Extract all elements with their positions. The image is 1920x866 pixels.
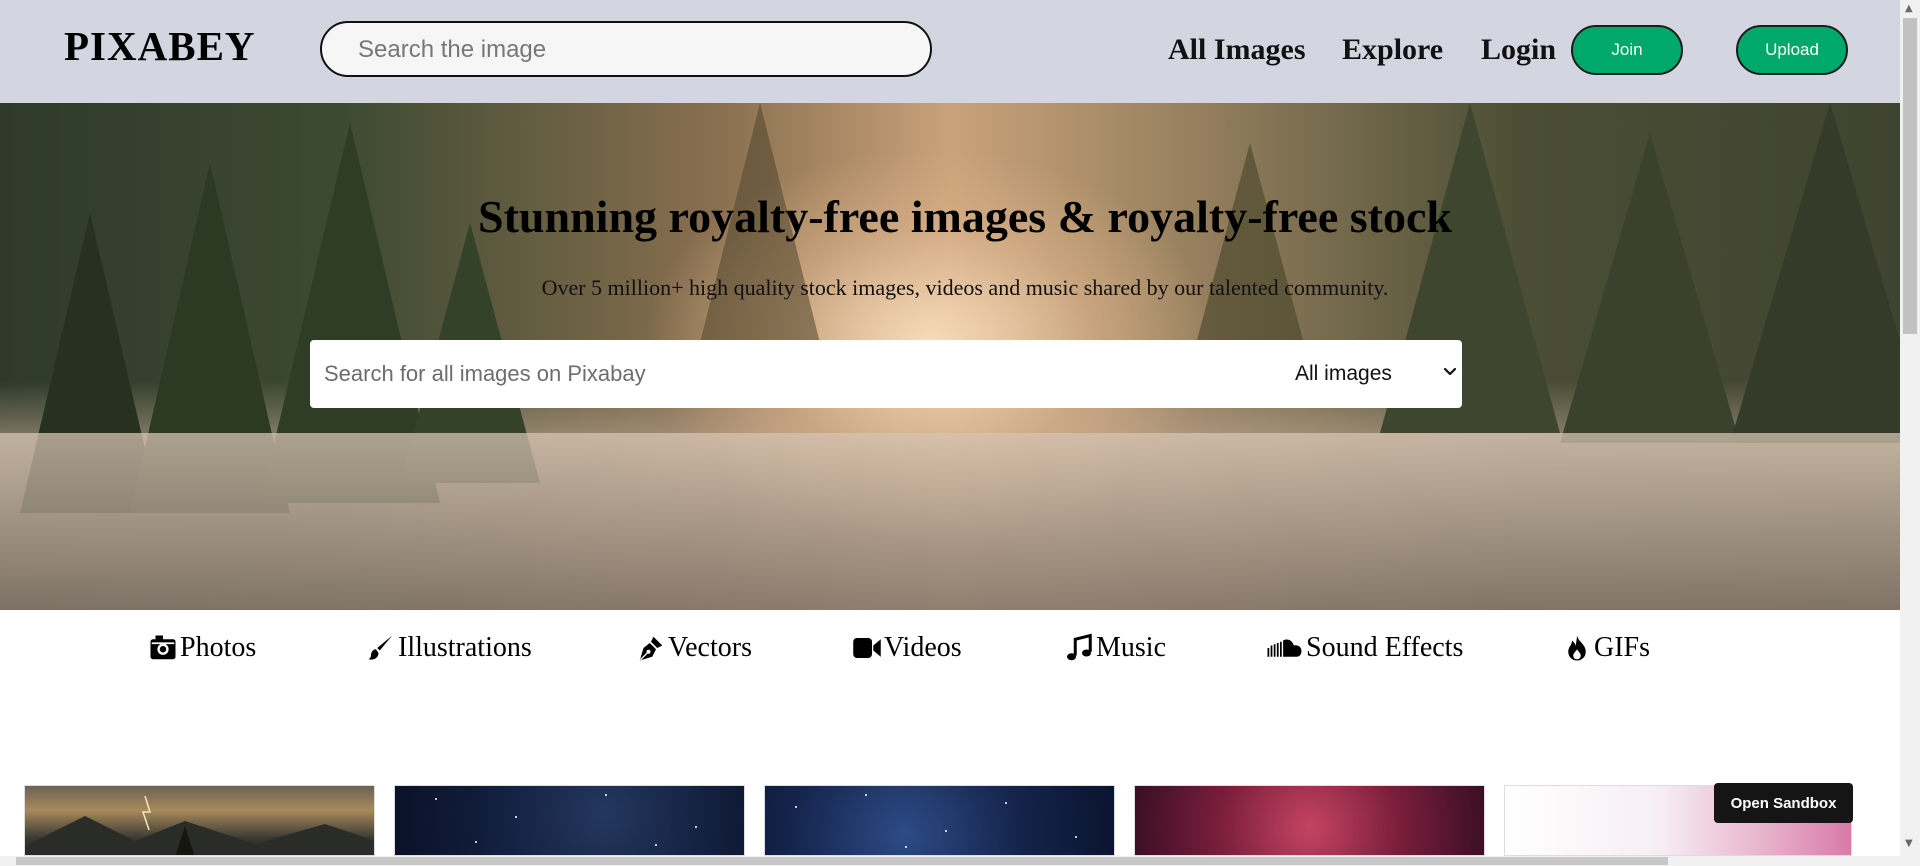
header-search-box[interactable] — [320, 21, 932, 77]
image-tile[interactable] — [764, 785, 1115, 856]
category-illustrations[interactable]: Illustrations — [366, 630, 532, 666]
header-search-input[interactable] — [356, 33, 920, 67]
category-label: Music — [1096, 632, 1166, 663]
image-tile[interactable] — [1134, 785, 1485, 856]
chevron-down-icon[interactable] — [1438, 360, 1462, 384]
category-sound-effects[interactable]: Sound Effects — [1266, 630, 1463, 666]
category-vectors[interactable]: Vectors — [636, 630, 752, 666]
scrollbar-thumb[interactable] — [1903, 18, 1917, 334]
music-note-icon — [1067, 633, 1092, 661]
hero-search-input[interactable] — [322, 356, 1226, 392]
horizontal-scrollbar[interactable] — [0, 856, 1900, 866]
category-label: GIFs — [1594, 632, 1651, 663]
video-camera-icon — [853, 638, 881, 658]
pen-nib-icon — [639, 636, 663, 661]
scrollbar-thumb[interactable] — [16, 857, 1668, 865]
category-gifs[interactable]: GIFs — [1562, 630, 1650, 666]
hero-subtitle: Over 5 million+ high quality stock image… — [541, 275, 1389, 300]
soundcloud-icon — [1267, 639, 1302, 657]
nav-all-images-link[interactable]: All Images — [1168, 30, 1306, 70]
category-label: Vectors — [668, 632, 752, 663]
category-label: Sound Effects — [1306, 632, 1464, 663]
category-photos[interactable]: Photos — [148, 630, 256, 666]
category-label: Videos — [884, 632, 962, 663]
fire-icon — [1568, 635, 1586, 661]
lightning-landscape-thumbnail — [25, 795, 374, 855]
nav-explore-link[interactable]: Explore — [1342, 30, 1443, 70]
site-logo[interactable]: PIXABEY — [64, 22, 256, 70]
media-type-dropdown[interactable]: All images — [1295, 360, 1392, 388]
upload-button[interactable]: Upload — [1736, 25, 1848, 75]
image-tile[interactable] — [394, 785, 745, 856]
category-label: Photos — [180, 632, 257, 663]
top-navbar: PIXABEY All Images Explore Login Join Up… — [0, 0, 1900, 103]
category-bar: Photos Illustrations Vectors Videos Musi… — [0, 620, 1900, 690]
category-label: Illustrations — [398, 632, 532, 663]
camera-icon — [150, 635, 176, 660]
nav-login-link[interactable]: Login — [1481, 30, 1556, 70]
hero-search-box: All images — [310, 340, 1462, 408]
paintbrush-icon — [368, 635, 393, 660]
hero-title: Stunning royalty-free images & royalty-f… — [478, 191, 1452, 242]
vertical-scrollbar[interactable]: ▲ ▼ — [1900, 0, 1920, 866]
scroll-down-arrow-icon[interactable]: ▼ — [1905, 838, 1913, 849]
image-tile[interactable] — [24, 785, 375, 856]
open-sandbox-button[interactable]: Open Sandbox — [1714, 783, 1853, 823]
scroll-up-arrow-icon[interactable]: ▲ — [1905, 3, 1913, 14]
join-button[interactable]: Join — [1571, 25, 1683, 75]
category-videos[interactable]: Videos — [852, 630, 962, 666]
category-music[interactable]: Music — [1064, 630, 1166, 666]
hero-banner: Stunning royalty-free images & royalty-f… — [0, 103, 1900, 610]
